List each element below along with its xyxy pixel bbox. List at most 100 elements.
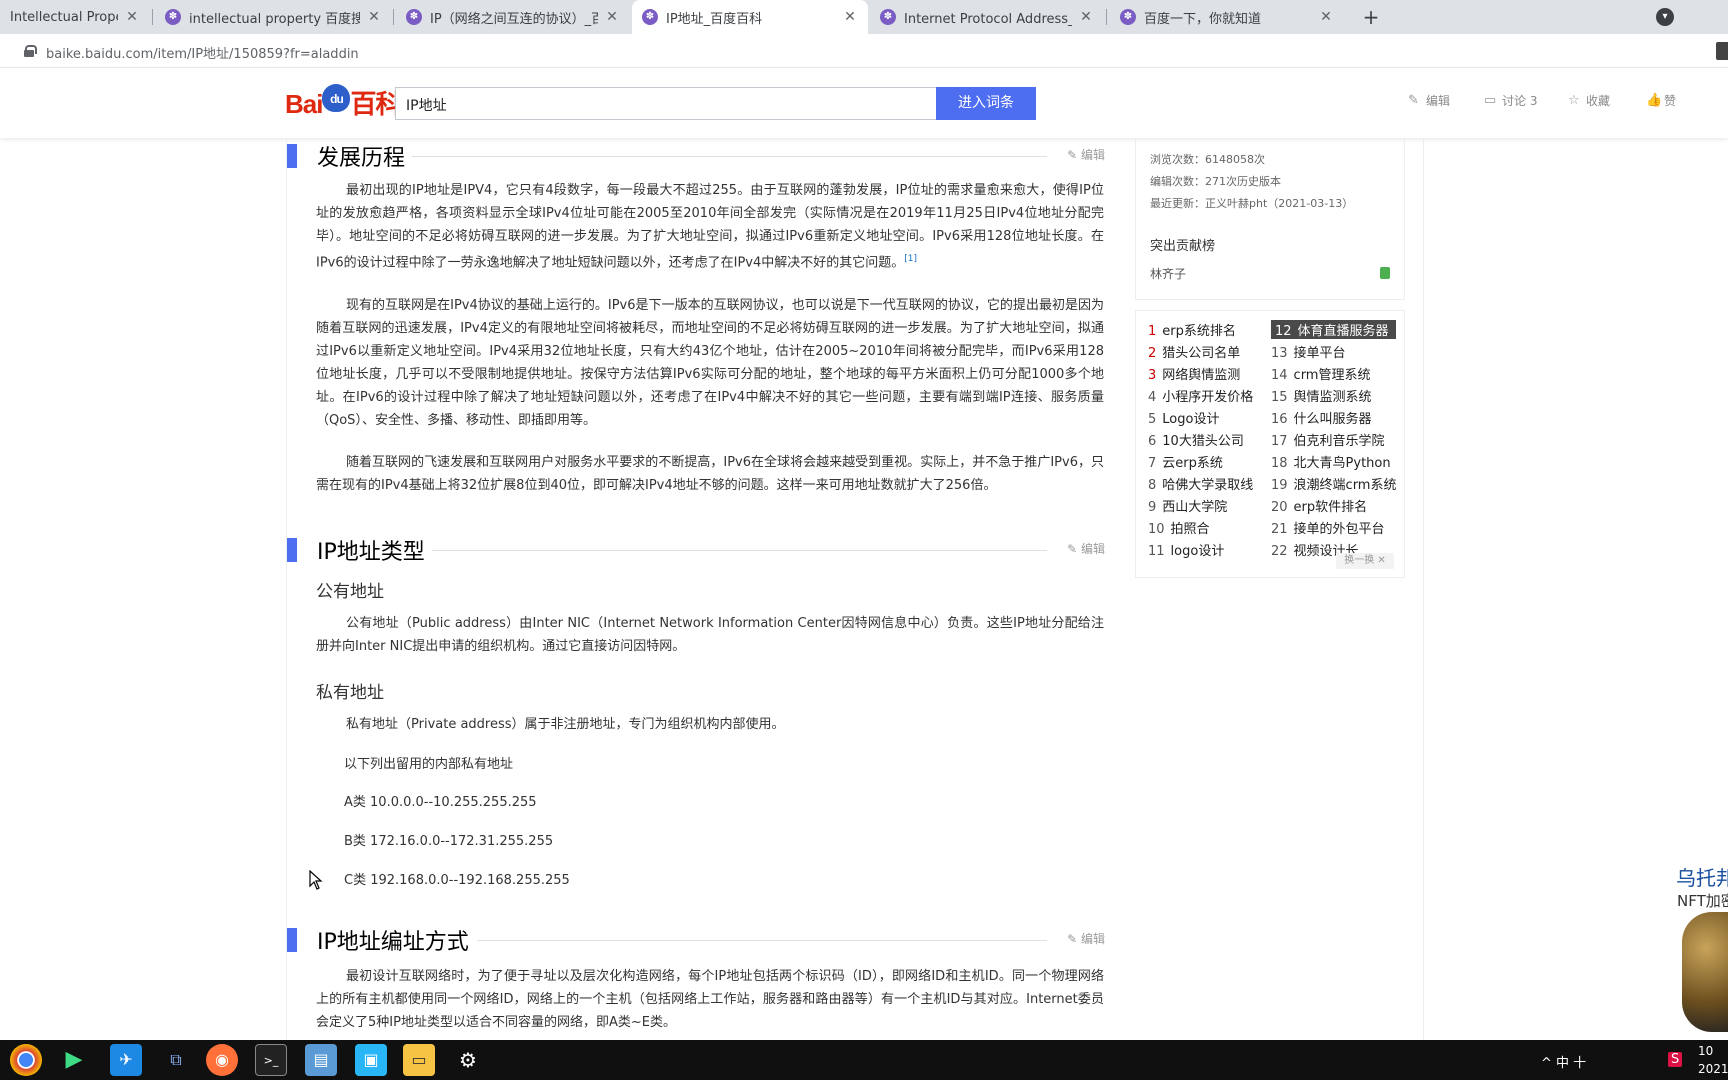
hot-search-item[interactable]: 13 接单平台 (1271, 342, 1396, 361)
hot-search-item[interactable]: 19 浪潮终端crm系统 (1271, 474, 1396, 493)
refresh-button[interactable]: 换一换 ✕ (1336, 553, 1394, 569)
hot-rank: 20 (1271, 500, 1288, 515)
public-address-heading: 公有地址 (316, 582, 384, 602)
hot-search-item[interactable]: 17 伯克利音乐学院 (1271, 430, 1396, 449)
hot-search-item[interactable]: 5 Logo设计 (1148, 408, 1273, 427)
hot-rank: 2 (1148, 346, 1157, 361)
hot-rank: 9 (1148, 500, 1157, 515)
hot-rank: 14 (1271, 368, 1288, 383)
hot-search-item[interactable]: 9 西山大学院 (1148, 496, 1273, 515)
chrome-taskbar-icon[interactable] (10, 1044, 42, 1076)
tab-4[interactable]: ✽ Internet Protocol Address_百度 ✕ (870, 0, 1104, 34)
hot-search-item[interactable]: 10 拍照合 (1148, 518, 1273, 537)
ad-image[interactable] (1682, 912, 1728, 1032)
hot-rank: 3 (1148, 368, 1157, 383)
hot-search-item[interactable]: 2 猎头公司名单 (1148, 342, 1273, 361)
top-contributor[interactable]: 林齐子 (1150, 265, 1186, 282)
terminal-play-taskbar-icon[interactable]: ▶ (58, 1044, 90, 1076)
clock-time: 10 (1698, 1044, 1714, 1058)
discuss-label: 讨论 3 (1502, 94, 1538, 108)
hot-search-item[interactable]: 1 erp系统排名 (1148, 320, 1273, 339)
section-divider (477, 940, 1047, 941)
chat-icon: ▭ (1484, 92, 1497, 108)
hot-search-item[interactable]: 12 体育直播服务器 (1271, 320, 1396, 339)
history-paragraph-1-text: 最初出现的IP地址是IPV4，它只有4段数字，每一段最大不超过255。由于互联网… (316, 183, 1104, 271)
remote-desktop-taskbar-icon[interactable]: ▣ (355, 1044, 387, 1076)
ad-subtitle[interactable]: NFT加密 (1677, 890, 1728, 911)
section-marker (287, 538, 297, 562)
new-tab-button[interactable]: + (1358, 4, 1384, 30)
hot-rank: 22 (1271, 544, 1288, 559)
tray-app-icon[interactable]: S (1668, 1052, 1683, 1067)
url-text[interactable]: baike.baidu.com/item/IP地址/150859?fr=alad… (46, 43, 359, 62)
tab-2[interactable]: ✽ IP（网络之间互连的协议）_百度 ✕ (396, 0, 630, 34)
section-heading-addressing: IP地址编址方式 ✎ 编辑 (287, 924, 1105, 955)
section-title: 发展历程 (317, 146, 406, 171)
hot-search-item[interactable]: 14 crm管理系统 (1271, 364, 1396, 383)
collect-action[interactable]: ☆ 收藏 (1568, 92, 1610, 109)
top-contributors-title: 突出贡献榜 (1150, 239, 1216, 254)
public-address-paragraph: 公有地址（Public address）由Inter NIC（Internet … (316, 616, 1104, 654)
reference-link[interactable]: [1] (904, 254, 917, 264)
mouse-cursor-icon (309, 870, 323, 890)
like-action[interactable]: 👍 赞 (1646, 92, 1676, 109)
firefox-taskbar-icon[interactable]: ◉ (206, 1044, 238, 1076)
tab-title: Intellectual Property (10, 9, 118, 25)
hot-label: crm管理系统 (1293, 368, 1371, 383)
hot-search-item[interactable]: 6 10大猎头公司 (1148, 430, 1273, 449)
hot-search-item[interactable]: 8 哈佛大学录取线 (1148, 474, 1273, 493)
section-heading-types: IP地址类型 ✎ 编辑 (287, 534, 1105, 565)
tab-5[interactable]: ✽ 百度一下，你就知道 ✕ (1110, 0, 1344, 34)
tray-icons[interactable]: ^ 中 十 (1541, 1052, 1586, 1071)
edit-count[interactable]: 编辑次数：271次历史版本 (1150, 173, 1281, 189)
section-edit-link[interactable]: ✎ 编辑 (1067, 930, 1105, 947)
settings-gear-icon[interactable]: ⚙ (452, 1044, 484, 1076)
section-marker (287, 928, 297, 952)
close-icon[interactable]: ✕ (604, 9, 620, 25)
close-icon[interactable]: ✕ (366, 9, 382, 25)
last-updated: 最近更新：正义叶赫pht（2021-03-13） (1150, 197, 1354, 210)
edit-label: 编辑 (1080, 932, 1105, 946)
hot-search-item[interactable]: 3 网络舆情监测 (1148, 364, 1273, 383)
tab-search-icon[interactable]: ▾ (1656, 8, 1674, 26)
edit-action[interactable]: ✎ 编辑 (1408, 92, 1450, 109)
tab-3[interactable]: ✽ IP地址_百度百科 ✕ (632, 0, 868, 34)
hot-label: 伯克利音乐学院 (1293, 434, 1385, 449)
baidu-baike-logo[interactable]: Bai du 百科 (285, 84, 401, 121)
extension-icon[interactable] (1716, 42, 1728, 60)
ad-title[interactable]: 乌托邦 (1676, 862, 1728, 891)
hot-search-item[interactable]: 15 舆情监测系统 (1271, 386, 1396, 405)
close-icon[interactable]: ✕ (124, 9, 140, 25)
edit-label: 编辑 (1426, 94, 1451, 108)
hot-label: Logo设计 (1162, 412, 1220, 427)
file-explorer-taskbar-icon[interactable]: ▭ (403, 1044, 435, 1076)
hot-search-item[interactable]: 18 北大青鸟Python (1271, 452, 1396, 471)
section-divider (412, 156, 1047, 157)
tab-1[interactable]: ✽ intellectual property 百度搜索 ✕ (155, 0, 392, 34)
history-paragraph-1: 最初出现的IP地址是IPV4，它只有4段数字，每一段最大不超过255。由于互联网… (316, 179, 1104, 274)
tab-0[interactable]: Intellectual Property ✕ (0, 0, 150, 34)
hot-search-item[interactable]: 20 erp软件排名 (1271, 496, 1396, 515)
network-app-taskbar-icon[interactable]: ⧉ (160, 1044, 192, 1076)
hot-search-item[interactable]: 4 小程序开发价格 (1148, 386, 1273, 405)
bird-app-taskbar-icon[interactable]: ✈ (110, 1044, 142, 1076)
hot-search-item[interactable]: 16 什么叫服务器 (1271, 408, 1396, 427)
thumbs-up-icon: 👍 (1646, 92, 1663, 108)
section-edit-link[interactable]: ✎ 编辑 (1067, 146, 1105, 163)
section-edit-link[interactable]: ✎ 编辑 (1067, 540, 1105, 557)
logo-bai: Bai (285, 89, 323, 119)
console-taskbar-icon[interactable]: >_ (255, 1044, 287, 1076)
search-input[interactable]: IP地址 (395, 87, 937, 120)
close-icon[interactable]: ✕ (1318, 9, 1334, 25)
hot-search-item[interactable]: 21 接单的外包平台 (1271, 518, 1396, 537)
system-clock[interactable]: 10 2021 (1698, 1042, 1728, 1078)
enter-entry-button[interactable]: 进入词条 (936, 87, 1036, 120)
lock-icon[interactable] (24, 45, 37, 57)
hot-search-item[interactable]: 7 云erp系统 (1148, 452, 1273, 471)
discuss-action[interactable]: ▭ 讨论 3 (1484, 92, 1537, 109)
document-taskbar-icon[interactable]: ▤ (305, 1044, 337, 1076)
close-icon[interactable]: ✕ (842, 9, 858, 25)
hot-search-item[interactable]: 11 logo设计 (1148, 540, 1273, 559)
close-icon[interactable]: ✕ (1078, 9, 1094, 25)
address-bar[interactable]: baike.baidu.com/item/IP地址/150859?fr=alad… (0, 34, 1728, 68)
